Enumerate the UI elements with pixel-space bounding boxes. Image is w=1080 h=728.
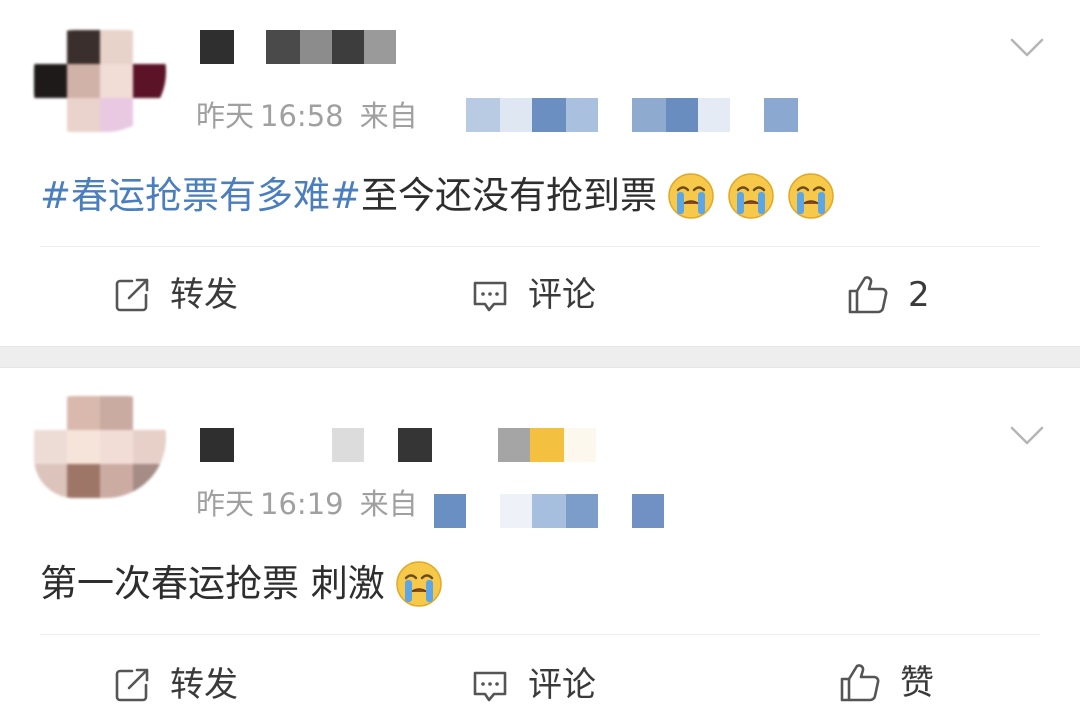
username-redacted[interactable] — [198, 428, 598, 462]
avatar[interactable] — [34, 396, 166, 498]
repost-icon — [115, 278, 149, 312]
crying-face-emoji — [788, 173, 834, 219]
repost-label: 转发 — [170, 665, 238, 705]
divider — [40, 634, 1040, 635]
post-meta: 昨天 16:19 来自 — [196, 484, 418, 524]
thumbs-up-icon — [848, 276, 888, 314]
crying-face-emoji — [668, 173, 714, 219]
comment-icon — [473, 281, 507, 312]
post-time: 16:19 — [260, 487, 344, 521]
avatar[interactable] — [34, 30, 166, 132]
chevron-down-icon[interactable] — [1010, 38, 1044, 58]
post-source-redacted[interactable] — [434, 494, 666, 528]
post-source-redacted[interactable] — [466, 98, 801, 132]
like-button[interactable]: 2 — [846, 270, 930, 320]
like-label: 赞 — [900, 663, 934, 703]
repost-label: 转发 — [170, 275, 238, 315]
post-card: 昨天 16:19 来自 第一次春运抢票 刺激 转发 评论 赞 — [0, 368, 1080, 728]
like-button[interactable]: 赞 — [838, 658, 934, 708]
post-time: 16:58 — [260, 99, 344, 133]
comment-button[interactable]: 评论 — [470, 270, 596, 320]
topic-link[interactable]: #春运抢票有多难# — [40, 171, 361, 221]
comment-icon — [473, 671, 507, 702]
post-day: 昨天 — [196, 487, 255, 521]
post-day: 昨天 — [196, 99, 255, 133]
post-meta: 昨天 16:58 来自 — [196, 96, 418, 136]
post-body-text: 第一次春运抢票 刺激 — [40, 562, 385, 605]
like-count: 2 — [908, 275, 930, 315]
feed-separator — [0, 346, 1080, 368]
post-text: #春运抢票有多难# 至今还没有抢到票 — [40, 170, 837, 222]
username-redacted[interactable] — [198, 30, 398, 64]
post-source-label: 来自 — [359, 99, 418, 133]
divider — [40, 246, 1040, 247]
thumbs-up-icon — [840, 664, 880, 702]
chevron-down-icon[interactable] — [1010, 426, 1044, 446]
post-text: 第一次春运抢票 刺激 — [40, 558, 445, 610]
comment-label: 评论 — [528, 275, 596, 315]
post-source-label: 来自 — [359, 487, 418, 521]
repost-button[interactable]: 转发 — [112, 270, 238, 320]
crying-face-emoji — [396, 561, 442, 607]
repost-icon — [115, 668, 149, 702]
post-card: 昨天 16:58 来自 #春运抢票有多难# 至今还没有抢到票 转发 评论 2 — [0, 0, 1080, 346]
post-body-text: 至今还没有抢到票 — [361, 174, 658, 217]
comment-button[interactable]: 评论 — [470, 660, 596, 710]
comment-label: 评论 — [528, 665, 596, 705]
crying-face-emoji — [728, 173, 774, 219]
repost-button[interactable]: 转发 — [112, 660, 238, 710]
